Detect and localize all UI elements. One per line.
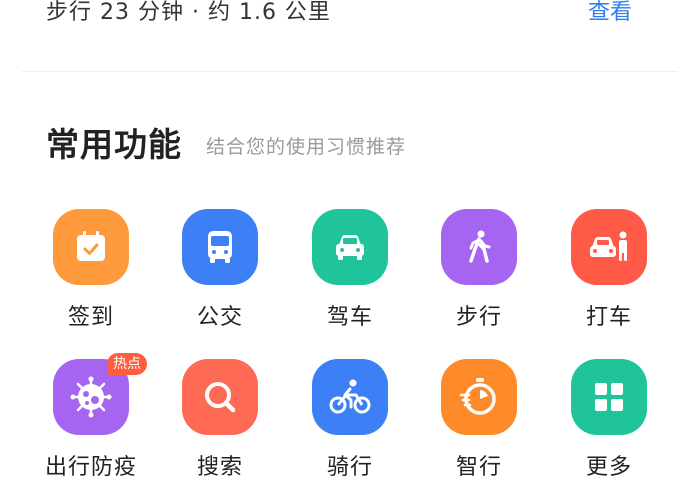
tile-label: 搜索: [196, 455, 243, 480]
tile-label: 出行防疫: [44, 455, 137, 480]
tile-bus[interactable]: 公交: [155, 206, 285, 336]
tile-icon-bg: [312, 359, 388, 435]
tile-icon-bg: [441, 209, 517, 285]
tile-label: 步行: [455, 305, 502, 330]
tile-icon-bg: 热点: [53, 353, 147, 435]
tile-label: 更多: [585, 455, 632, 480]
tile-icon-bg: [53, 209, 129, 285]
tile-icon-bg: [571, 359, 647, 435]
tile-epidemic[interactable]: 热点 出行防疫: [26, 353, 156, 486]
tile-drive[interactable]: 驾车: [285, 206, 415, 336]
car-icon: [330, 227, 370, 267]
tile-label: 驾车: [326, 305, 373, 330]
tile-label: 智行: [455, 455, 502, 480]
tile-icon-bg: [312, 209, 388, 285]
tile-label: 公交: [196, 305, 243, 330]
tile-taxi[interactable]: 打车: [544, 206, 674, 336]
section-subtitle: 结合您的使用习惯推荐: [206, 136, 407, 158]
tile-smart-travel[interactable]: 智行: [414, 356, 544, 486]
tile-checkin[interactable]: 签到: [26, 206, 156, 336]
tile-label: 打车: [585, 305, 632, 330]
divider: [22, 71, 678, 72]
tile-label: 骑行: [326, 455, 373, 480]
tile-icon-bg: [441, 359, 517, 435]
walking-person-icon: [459, 227, 499, 267]
stopwatch-icon: [457, 375, 501, 419]
page: 步行 23 分钟 · 约 1.6 公里 查看 常用功能 结合您的使用习惯推荐 签…: [0, 0, 700, 500]
route-summary-text: 步行 23 分钟 · 约 1.6 公里: [46, 0, 331, 25]
calendar-check-icon: [71, 227, 111, 267]
tile-walk[interactable]: 步行: [414, 206, 544, 336]
hot-badge: 热点: [107, 353, 147, 375]
tile-icon-bg: [571, 209, 647, 285]
route-summary-row[interactable]: 步行 23 分钟 · 约 1.6 公里 查看: [0, 0, 700, 26]
view-route-link[interactable]: 查看: [588, 0, 632, 26]
section-title: 常用功能: [46, 125, 182, 164]
bus-icon: [200, 227, 240, 267]
tile-more[interactable]: 更多: [544, 356, 674, 486]
tile-search[interactable]: 搜索: [155, 356, 285, 486]
tile-icon-bg: [182, 209, 258, 285]
tile-cycling[interactable]: 骑行: [285, 356, 415, 486]
grid-more-icon: [589, 377, 629, 417]
tile-label: 签到: [67, 305, 114, 330]
tile-icon-bg: [182, 359, 258, 435]
bicycle-icon: [328, 377, 372, 417]
virus-icon: [69, 375, 113, 419]
taxi-person-icon: [587, 227, 631, 267]
search-icon: [200, 377, 240, 417]
